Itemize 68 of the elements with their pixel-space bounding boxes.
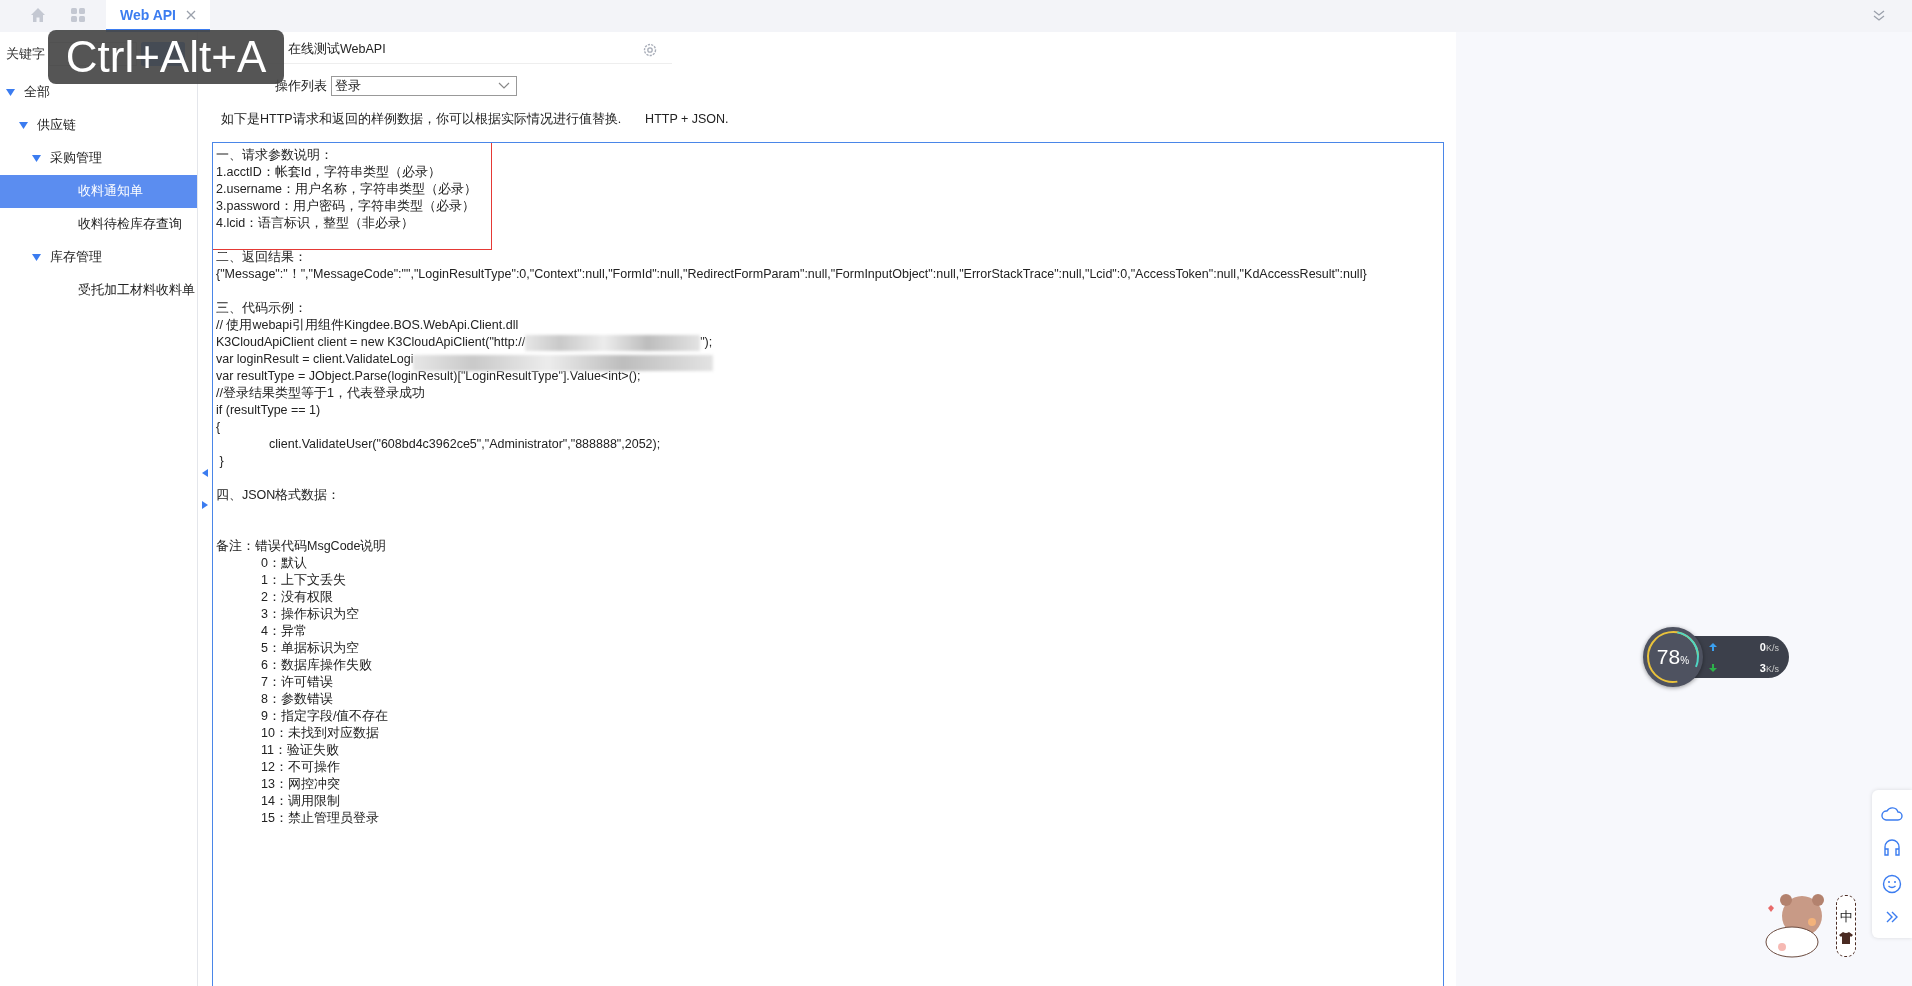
doc-line: K3CloudApiClient client = new K3CloudApiClient("http:// [216, 334, 526, 351]
doc-line: 0：默认 [260, 555, 308, 572]
doc-line: 10：未找到对应数据 [260, 725, 380, 742]
ime-indicator[interactable]: 中 [1836, 895, 1856, 957]
grid-icon [70, 6, 86, 23]
doc-line: // 使用webapi引用组件Kingdee.BOS.WebApi.Client.dll [216, 317, 520, 334]
dropdown-icon [498, 82, 510, 90]
network-widget: 78% 0K/s 3K/s [1643, 627, 1789, 687]
operation-select[interactable]: 登录 [331, 76, 517, 96]
doc-line: } [218, 453, 225, 470]
close-icon[interactable] [186, 9, 196, 20]
collapse-icon[interactable] [1872, 9, 1886, 23]
doc-line: 9：指定字段/值不存在 [260, 708, 390, 725]
cloud-icon[interactable] [1881, 804, 1903, 821]
doc-line: 12：不可操作 [260, 759, 341, 776]
doc-line: //登录结果类型等于1，代表登录成功 [216, 385, 426, 402]
tree-item[interactable]: 采购管理 [0, 142, 197, 175]
expand-right-icon[interactable] [202, 501, 208, 509]
doc-line: client.ValidateUser("608bd4c3962ce5","Administrator","888888",2052); [268, 436, 662, 453]
tree-item[interactable]: 收料待检库存查询 [0, 208, 197, 241]
doc-line: 3：操作标识为空 [260, 606, 360, 623]
doc-line: var loginResult = client.ValidateLogi [216, 351, 414, 368]
doc-line: 13：网控冲突 [260, 776, 341, 793]
doc-line: 4：异常 [260, 623, 308, 640]
doc-line: 6：数据库操作失败 [260, 657, 373, 674]
description-text: 如下是HTTP请求和返回的样例数据，你可以根据实际情况进行值替换. [221, 110, 622, 128]
upload-icon [1709, 642, 1717, 651]
tree-item[interactable]: 受托加工材料收料单 [0, 274, 197, 307]
doc-line: { [216, 419, 222, 436]
section-heading: 三、代码示例： [216, 300, 308, 317]
doc-line: var resultType = JObject.Parse(loginResult)["LoginResultType"].Value<int>(); [216, 368, 642, 385]
section-heading: 一、请求参数说明： [216, 147, 334, 164]
doc-line: 1.acctID：帐套Id，字符串类型（必录） [216, 164, 443, 181]
panel-title: 在线测试WebAPI [288, 41, 387, 58]
doc-line: 3.password：用户密码，字符串类型（必录） [216, 198, 476, 215]
headset-icon[interactable] [1883, 838, 1901, 857]
doc-line: 8：参数错误 [260, 691, 334, 708]
doc-line: 14：调用限制 [260, 793, 341, 810]
doc-line: "); [700, 334, 713, 351]
section-heading: 二、返回结果： [216, 249, 308, 266]
doc-line: 2：没有权限 [260, 589, 334, 606]
section-heading: 备注：错误代码MsgCode说明 [216, 538, 388, 555]
smiley-icon[interactable] [1882, 873, 1902, 894]
doc-line: 1：上下文丢失 [260, 572, 347, 589]
web-api-tab[interactable]: Web API [106, 0, 210, 32]
keyword-label: 关键字 [6, 45, 45, 63]
doc-line: 5：单据标识为空 [260, 640, 360, 657]
download-icon [1709, 663, 1717, 672]
doc-line: 15：禁止管理员登录 [260, 810, 380, 827]
doc-line: 11：验证失败 [260, 742, 340, 759]
doc-line: 7：许可错误 [260, 674, 334, 691]
home-icon [30, 6, 46, 23]
collapse-left-icon[interactable] [202, 469, 208, 477]
format-text: HTTP + JSON. [645, 112, 729, 126]
doc-line: if (resultType == 1) [216, 402, 322, 419]
doc-line: 4.lcid：语言标识，整型（非必录） [216, 215, 416, 232]
shirt-icon [1839, 932, 1853, 944]
expand-icon[interactable] [1885, 911, 1899, 924]
tree-item[interactable]: 供应链 [0, 109, 197, 142]
expand-icon[interactable] [19, 122, 28, 129]
settings-icon[interactable] [642, 41, 658, 58]
section-heading: 四、JSON格式数据： [216, 487, 342, 504]
expand-icon[interactable] [6, 89, 15, 96]
doc-line: {"Message":"！","MessageCode":"","LoginResultType":0,"Context":null,"FormId":null,"RedirectFormParam":null,"FormInputObject":null,"ErrorStackTrace":null,"Lcid":0,"AccessToken":null,"KdAccessResult":null} [216, 266, 1368, 283]
tree-item[interactable]: 库存管理 [0, 241, 197, 274]
expand-icon[interactable] [32, 254, 41, 261]
doc-line: 2.username：用户名称，字符串类型（必录） [216, 181, 478, 198]
expand-icon[interactable] [32, 155, 41, 162]
